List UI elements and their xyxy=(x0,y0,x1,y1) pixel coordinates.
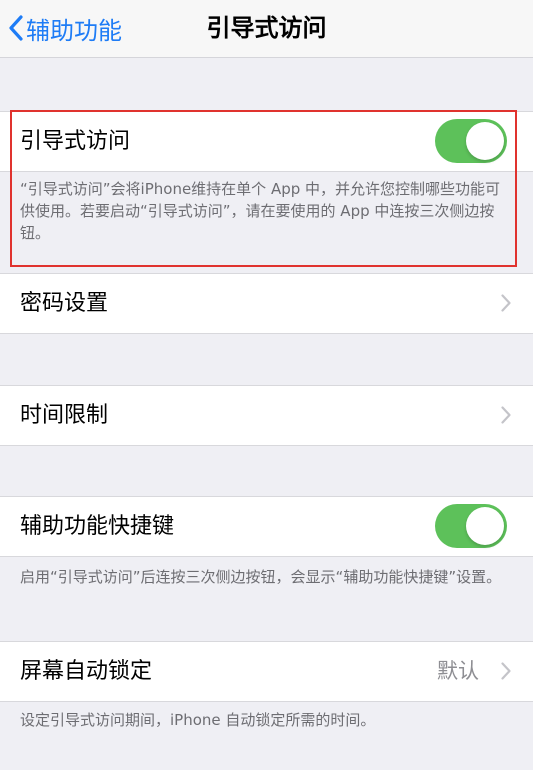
chevron-right-icon xyxy=(501,406,511,424)
passcode-settings-label: 密码设置 xyxy=(20,291,109,316)
passcode-settings-row[interactable]: 密码设置 xyxy=(0,273,533,334)
auto-lock-row[interactable]: 屏幕自动锁定 默认 xyxy=(0,641,533,702)
guided-access-label: 引导式访问 xyxy=(20,129,131,154)
chevron-right-icon xyxy=(501,662,511,680)
back-button[interactable]: 辅助功能 xyxy=(8,8,122,48)
guided-access-toggle[interactable] xyxy=(435,119,507,163)
guided-access-description: “引导式访问”会将iPhone维持在单个 App 中，并允许您控制哪些功能可供使… xyxy=(20,180,501,242)
chevron-right-icon xyxy=(501,294,511,312)
guided-access-row: 引导式访问 xyxy=(0,111,533,172)
time-limits-row[interactable]: 时间限制 xyxy=(0,385,533,446)
auto-lock-description: 设定引导式访问期间，iPhone 自动锁定所需的时间。 xyxy=(20,711,376,729)
accessibility-shortcut-description: 启用“引导式访问”后连按三次侧边按钮，会显示“辅助功能快捷键”设置。 xyxy=(20,568,502,586)
back-button-label[interactable]: 辅助功能 xyxy=(26,11,122,46)
toggle-knob xyxy=(466,507,504,545)
accessibility-shortcut-toggle[interactable] xyxy=(435,504,507,548)
chevron-left-icon xyxy=(9,15,23,41)
accessibility-shortcut-row: 辅助功能快捷键 xyxy=(0,496,533,557)
toggle-knob xyxy=(466,122,504,160)
auto-lock-value: 默认 xyxy=(437,659,479,683)
auto-lock-label: 屏幕自动锁定 xyxy=(20,659,153,684)
navigation-bar: 辅助功能 引导式访问 xyxy=(0,0,533,58)
time-limits-label: 时间限制 xyxy=(20,403,109,428)
accessibility-shortcut-label: 辅助功能快捷键 xyxy=(20,514,175,539)
